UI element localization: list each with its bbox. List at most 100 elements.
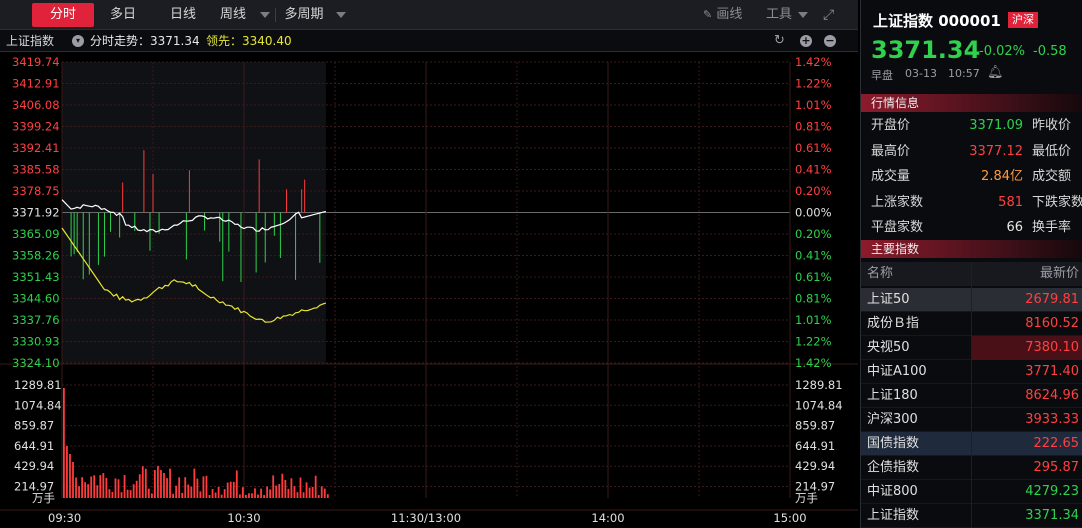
volume-tick-label: 644.91 bbox=[14, 439, 54, 453]
tab-daily[interactable]: 日线 bbox=[160, 3, 206, 27]
volume-bar bbox=[199, 491, 202, 498]
index-price: 7380.10 bbox=[1025, 340, 1079, 355]
col-price[interactable]: 最新价 bbox=[1040, 262, 1079, 286]
index-price: 295.87 bbox=[1033, 460, 1080, 475]
volume-bar bbox=[87, 484, 90, 498]
price-tick-label: 3419.74 bbox=[12, 55, 60, 69]
refresh-icon[interactable]: ↻ bbox=[774, 30, 785, 52]
volume-unit-label: 万手 bbox=[32, 491, 55, 505]
draw-line-label: 画线 bbox=[716, 7, 743, 22]
percent-tick-label: 1.42% bbox=[795, 55, 832, 69]
pencil-icon: ✎ bbox=[703, 8, 713, 21]
chevron-down-icon[interactable] bbox=[260, 12, 270, 18]
price-tick-label: 3399.24 bbox=[12, 120, 60, 134]
volume-bar bbox=[263, 495, 265, 498]
volume-bar bbox=[278, 484, 281, 498]
time-tick-label: 15:00 bbox=[773, 511, 806, 525]
time-tick-label: 11:30/13:00 bbox=[391, 511, 461, 525]
volume-bar bbox=[202, 476, 205, 498]
index-price: 2679.81 bbox=[1025, 292, 1079, 307]
volume-bar bbox=[66, 446, 68, 498]
volume-bar bbox=[287, 488, 290, 498]
info-value: 3371.09 bbox=[969, 118, 1023, 133]
volume-bar bbox=[232, 481, 235, 498]
info-label: 成交量 bbox=[871, 169, 911, 184]
price-tick-label: 3385.58 bbox=[12, 163, 60, 177]
percent-tick-label: 0.41% bbox=[795, 163, 832, 177]
volume-bar bbox=[135, 480, 138, 498]
volume-bar bbox=[226, 482, 229, 498]
chevron-down-icon[interactable] bbox=[336, 12, 346, 18]
volume-bar bbox=[78, 486, 80, 498]
volume-bar bbox=[205, 475, 208, 498]
volume-bar bbox=[84, 482, 87, 498]
volume-bar bbox=[75, 477, 77, 498]
chevron-down-icon[interactable] bbox=[798, 12, 808, 18]
intraday-chart[interactable]: 3419.74 3412.91 3406.08 3399.24 3392.41 3385.… bbox=[0, 52, 858, 528]
percent-tick-label: 0.61% bbox=[795, 141, 832, 155]
info-value: 66 bbox=[1006, 220, 1023, 235]
volume-bar bbox=[114, 478, 117, 498]
index-price: 3371.34 bbox=[1025, 508, 1079, 523]
price-tick-label: 3378.75 bbox=[12, 184, 60, 198]
index-price: 3933.33 bbox=[1025, 412, 1079, 427]
percent-tick-label: 0.81% bbox=[795, 292, 832, 306]
market-info-row: 平盘家数 66 换手率 bbox=[861, 216, 1082, 240]
price-tick-label: 3371.92 bbox=[12, 206, 60, 220]
price-tick-label: 3337.76 bbox=[12, 313, 60, 327]
volume-bar bbox=[120, 492, 123, 498]
volume-bar bbox=[196, 478, 199, 498]
index-price: 222.65 bbox=[1033, 436, 1080, 451]
volume-bar bbox=[154, 470, 156, 498]
volume-bar bbox=[157, 465, 159, 498]
info-label: 成交额 bbox=[1032, 169, 1072, 184]
tab-multi-day[interactable]: 多日 bbox=[100, 3, 146, 27]
volume-bar bbox=[217, 487, 220, 498]
percent-tick-label: 1.01% bbox=[795, 98, 832, 112]
volume-bar bbox=[144, 468, 147, 498]
volume-bar bbox=[211, 489, 214, 498]
volume-bar bbox=[72, 462, 74, 498]
bell-icon[interactable]: 🔔︎ bbox=[987, 65, 1004, 80]
volume-bar bbox=[172, 493, 174, 498]
volume-bar bbox=[117, 479, 120, 498]
volume-bar bbox=[214, 492, 217, 498]
percent-tick-label: 0.20% bbox=[795, 184, 832, 198]
quote-panel: 上证指数 000001 沪深 3371.34 -0.02% -0.58 早盘 0… bbox=[860, 0, 1082, 528]
volume-bar bbox=[220, 494, 223, 498]
volume-bar bbox=[105, 477, 108, 498]
zoom-in-icon[interactable]: + bbox=[800, 35, 812, 47]
tools-button[interactable]: 工具 bbox=[766, 3, 792, 27]
market-badge: 沪深 bbox=[1008, 12, 1038, 28]
change-percent: -0.02% bbox=[979, 44, 1025, 59]
chart-info-bar: 上证指数 ▾ 分时走势：3371.34 领先：3340.40 ↻ + − bbox=[0, 30, 858, 52]
tab-multi-period[interactable]: 多周期 bbox=[276, 3, 332, 27]
index-price: 4279.23 bbox=[1025, 484, 1079, 499]
zoom-out-icon[interactable]: − bbox=[824, 35, 836, 47]
index-name: 中证800 bbox=[867, 484, 918, 499]
quote-time: 10:57 bbox=[948, 67, 980, 80]
price-tick-label: 3324.10 bbox=[12, 356, 60, 370]
quote-title: 上证指数 000001 bbox=[873, 12, 1001, 30]
info-label: 最低价 bbox=[1032, 143, 1072, 159]
quote-date: 03-13 bbox=[905, 67, 937, 80]
percent-tick-label: 0.00% bbox=[795, 206, 832, 220]
col-name[interactable]: 名称 bbox=[867, 262, 893, 286]
session-label: 早盘 bbox=[871, 69, 893, 82]
info-value: 581 bbox=[998, 194, 1023, 210]
dropdown-icon[interactable]: ▾ bbox=[72, 35, 84, 47]
draw-line-button[interactable]: ✎ 画线 bbox=[703, 3, 742, 27]
volume-bar bbox=[90, 476, 93, 498]
info-label: 平盘家数 bbox=[871, 220, 924, 235]
volume-bar bbox=[299, 477, 302, 498]
price-tick-label: 3344.60 bbox=[12, 292, 60, 306]
fullscreen-icon[interactable]: ⤢ bbox=[823, 3, 834, 27]
tab-intraday[interactable]: 分时 bbox=[32, 3, 94, 27]
volume-bar bbox=[193, 468, 196, 498]
time-tick-label: 10:30 bbox=[227, 511, 260, 525]
time-tick-label: 09:30 bbox=[48, 511, 81, 525]
price-tick-label: 3412.91 bbox=[12, 77, 60, 91]
tab-weekly[interactable]: 周线 bbox=[210, 3, 256, 27]
volume-bar bbox=[317, 495, 320, 498]
price-tick-label: 3392.41 bbox=[12, 141, 60, 155]
